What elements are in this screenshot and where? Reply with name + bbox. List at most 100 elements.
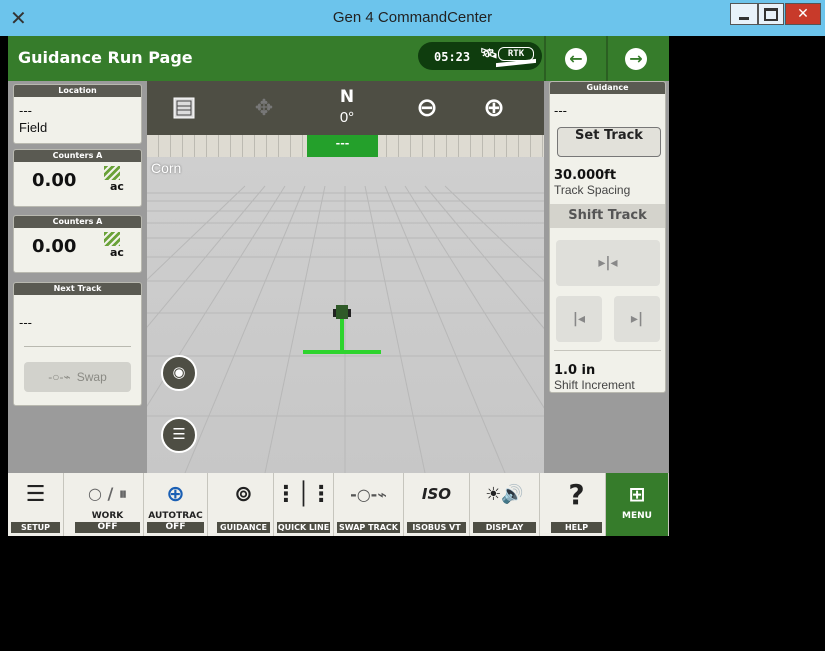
shift-track-header: Shift Track [550,204,665,228]
swap-track-icon: -○-⌁ [350,484,387,504]
counter-value: 0.00 [32,170,77,191]
autotrac-button[interactable]: ⊕ AUTOTRAC OFF [144,473,208,536]
zoom-in-icon: ⊕ [483,93,505,123]
work-button[interactable]: ○ / ⏸ WORK OFF [72,473,144,536]
counter-module-2[interactable]: Counters A 0.00 ac [13,215,142,273]
swap-track-label: SWAP TRACK [337,522,400,533]
counter-header: Counters A [14,216,141,228]
counter-unit: ac [110,180,124,193]
swap-label: Swap [76,370,107,384]
guidance-button[interactable]: ⊚ GUIDANCE [214,473,274,536]
compass-direction: N [339,87,355,107]
implement-bar [303,350,381,354]
maximize-icon [764,7,778,21]
list-icon: ☰ [172,426,186,443]
zoom-in-button[interactable]: ⊕ [469,81,519,135]
display-button[interactable]: ☀🔊 DISPLAY [470,473,540,536]
counter-unit: ac [110,246,124,259]
zoom-out-icon: ⊖ [416,93,438,123]
menu-grid-icon: ⊞ [628,482,646,506]
center-shift-icon: ▸|◂ [598,255,618,271]
window-title: Gen 4 CommandCenter [332,9,493,26]
help-label: HELP [551,522,602,533]
isobus-vt-label: ISOBUS VT [407,522,466,533]
field-map-icon [173,97,195,119]
shortcut-bar: ☰ SETUP ○ / ⏸ WORK OFF ⊕ AUTOTRAC OFF ⊚ … [8,473,669,536]
swap-button[interactable]: -○-⌁ Swap [24,362,131,392]
guidance-panel: Guidance --- Set Track 30.000ft Track Sp… [549,81,666,473]
swap-track-icon: -○-⌁ [48,370,71,384]
set-track-button[interactable]: Set Track [557,127,661,157]
maximize-button[interactable] [758,3,784,25]
compass-degrees: 0° [339,109,355,126]
clock-time: 05:23 [434,50,471,64]
location-header: Location [14,85,141,97]
setup-list-icon: ☰ [25,481,46,507]
status-indicator[interactable]: 05:23 🛰 RTK [418,42,542,70]
camera-view-button[interactable]: ◉ [161,355,197,391]
help-button[interactable]: ? HELP [548,473,606,536]
crop-label: Corn [151,160,182,176]
shift-center-button[interactable]: ▸|◂ [556,240,660,286]
guidance-header: Guidance [550,82,665,94]
autotrac-state: OFF [147,522,204,533]
forward-arrow-button[interactable]: → [625,48,647,70]
arrow-right-icon: → [629,49,643,68]
view-toggle-icon: ◉ [172,364,186,381]
menu-label: MENU [622,511,652,521]
location-line1: --- [19,103,32,118]
close-icon: ✕ [797,6,809,22]
tractor-icon [333,305,351,319]
track-spacing-value: 30.000ft [554,168,617,183]
setup-button[interactable]: ☰ SETUP [8,473,64,536]
divider [24,346,131,347]
display-label: DISPLAY [473,522,536,533]
brightness-volume-icon: ☀🔊 [485,483,524,505]
track-name: --- [554,103,567,118]
zoom-out-button[interactable]: ⊖ [402,81,452,135]
quick-line-button[interactable]: ⋮│⋮ QUICK LINE [274,473,334,536]
shift-increment-label: Shift Increment [554,378,635,392]
swap-track-button[interactable]: -○-⌁ SWAP TRACK [334,473,404,536]
work-label: WORK [91,511,124,521]
area-hatch-icon [104,232,120,246]
pan-button[interactable]: ✥ [239,81,289,135]
header-divider [544,36,546,81]
minimize-button[interactable] [730,3,758,25]
divider [554,350,661,351]
help-question-icon: ? [568,477,585,511]
close-button[interactable]: ✕ [785,3,821,25]
map-view-button[interactable] [159,81,209,135]
autotrac-crosshair-icon: ⊕ [166,481,185,507]
page-header: Guidance Run Page 05:23 🛰 RTK ← → [8,36,669,81]
guidance-card: Guidance --- Set Track 30.000ft Track Sp… [549,81,666,393]
map-toolbar: ✥ N 0° ⊖ ⊕ [147,81,544,135]
next-track-module: Next Track --- -○-⌁ Swap [13,282,142,406]
command-center-app: Guidance Run Page 05:23 🛰 RTK ← → Locati… [8,36,669,536]
area-hatch-icon [104,166,120,180]
back-arrow-button[interactable]: ← [565,48,587,70]
isobus-vt-button[interactable]: ISO ISOBUS VT [404,473,470,536]
lightbar-center: --- [307,135,378,157]
layers-menu-button[interactable]: ☰ [161,417,197,453]
window-title-bar: ✕ Gen 4 CommandCenter ✕ [0,0,825,36]
track-spacing-label: Track Spacing [554,183,631,197]
location-module[interactable]: Location --- Field [13,84,142,144]
work-toggle-icon: ○ / ⏸ [88,484,127,503]
arrow-left-icon: ← [569,49,583,68]
counter-module-1[interactable]: Counters A 0.00 ac [13,149,142,207]
shift-left-button[interactable]: |◂ [556,296,602,342]
shift-right-button[interactable]: ▸| [614,296,660,342]
location-field: Field [19,120,48,135]
next-track-header: Next Track [14,283,141,295]
pan-arrows-icon: ✥ [254,95,274,120]
page-title: Guidance Run Page [18,48,193,67]
guidance-line [340,319,344,351]
setup-label: SETUP [11,522,60,533]
guidance-map[interactable]: ✥ N 0° ⊖ ⊕ --- Corn ◉ ☰ [147,81,544,473]
menu-button[interactable]: ⊞ MENU [606,473,669,536]
guidance-label: GUIDANCE [217,522,270,533]
shift-left-icon: |◂ [572,311,586,327]
header-divider [606,36,608,81]
satellite-icon: 🛰 [480,46,498,62]
